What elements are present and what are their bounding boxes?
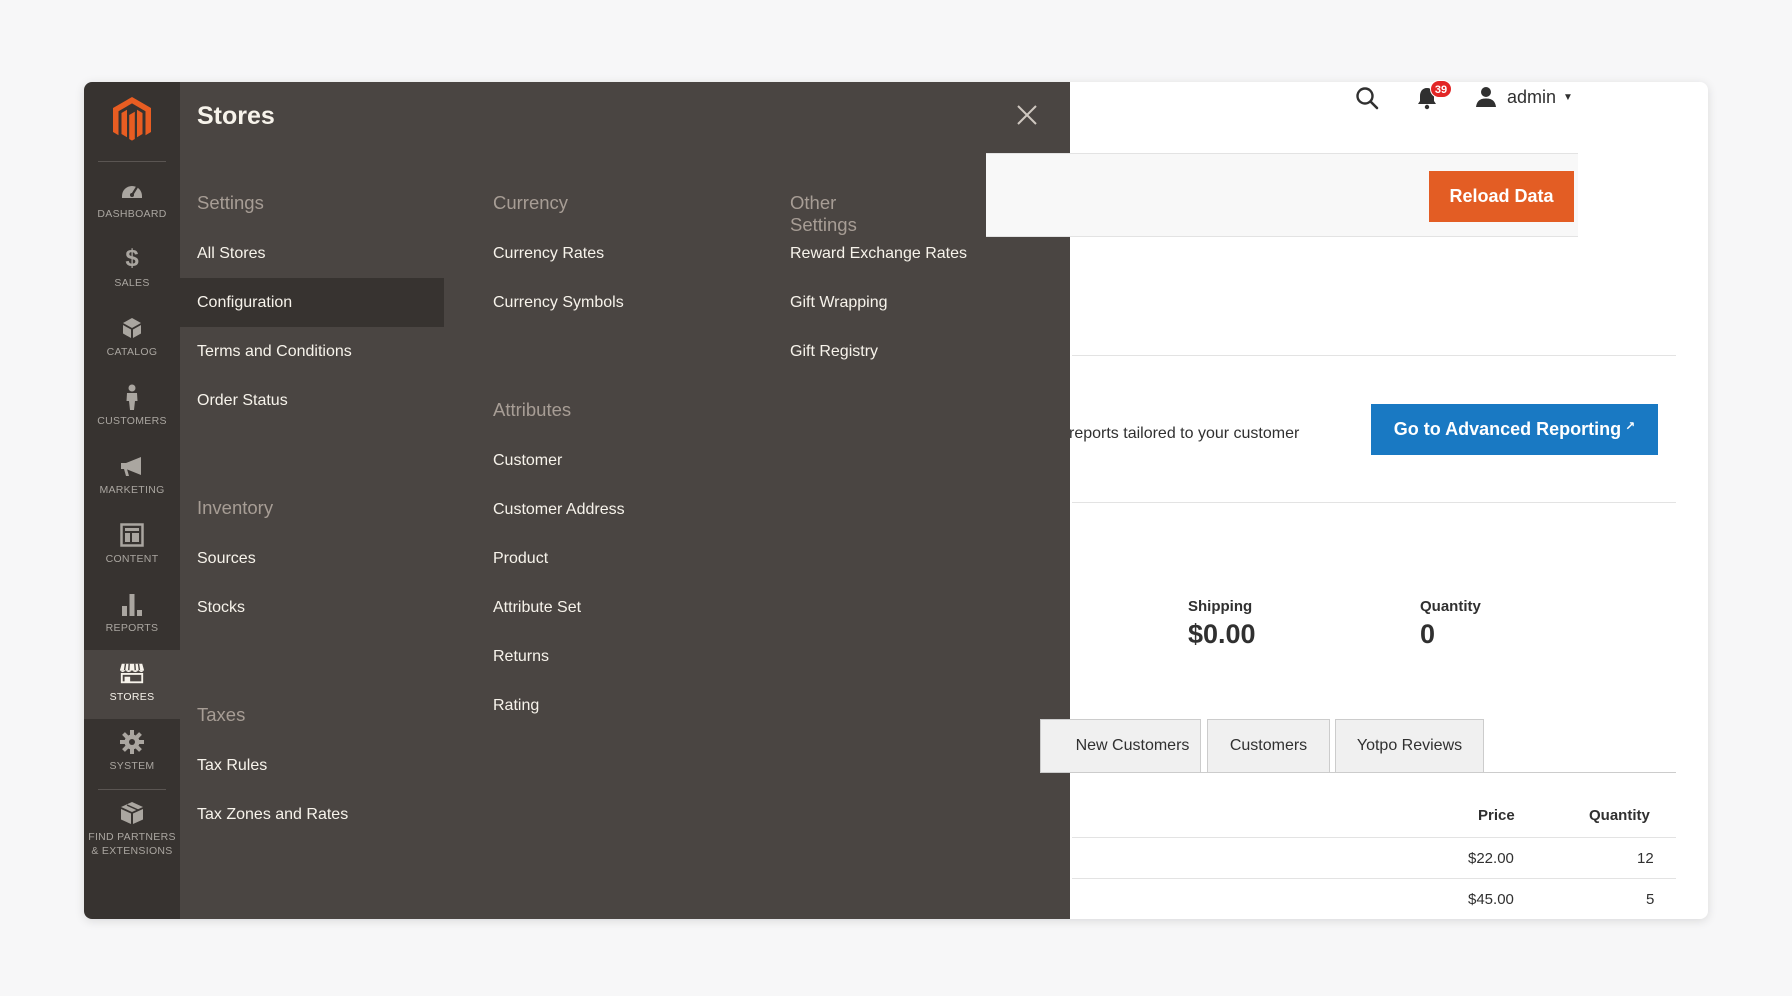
divider [1072, 502, 1676, 503]
nav-item-customers[interactable]: CUSTOMERS [84, 374, 180, 443]
layout-icon [119, 522, 145, 548]
menu-item-attribute-set[interactable]: Attribute Set [476, 583, 740, 632]
nav-label: FIND PARTNERS & EXTENSIONS [88, 831, 176, 857]
menu-item-tax-rules[interactable]: Tax Rules [180, 741, 444, 790]
tab-yotpo-reviews[interactable]: Yotpo Reviews [1335, 719, 1484, 773]
menu-item-gift-wrapping[interactable]: Gift Wrapping [773, 278, 1037, 327]
table-row-divider [1072, 837, 1676, 838]
menu-item-gift-registry[interactable]: Gift Registry [773, 327, 1037, 376]
bar-chart-icon [119, 591, 145, 617]
nav-item-catalog[interactable]: CATALOG [84, 305, 180, 374]
menu-item-attr-returns[interactable]: Returns [476, 632, 740, 681]
menu-item-order-status[interactable]: Order Status [180, 376, 444, 425]
flyout-title: Stores [197, 102, 275, 130]
boxes-icon [119, 800, 145, 826]
person-icon [119, 384, 145, 410]
cell-price: $22.00 [1468, 850, 1514, 867]
menu-item-tax-zones-and-rates[interactable]: Tax Zones and Rates [180, 790, 444, 839]
nav-item-system[interactable]: SYSTEM [84, 719, 180, 788]
tab-new-customers[interactable]: New Customers [1040, 719, 1201, 773]
nav-label: REPORTS [105, 622, 159, 634]
stat-value: $0.00 [1188, 619, 1256, 649]
nav-label: SALES [114, 277, 150, 289]
menu-item-terms-and-conditions[interactable]: Terms and Conditions [180, 327, 444, 376]
storefront-icon [119, 660, 145, 686]
admin-user-menu[interactable]: admin ▼ [1475, 86, 1573, 108]
group-title-currency: Currency [493, 192, 569, 213]
close-icon[interactable] [1014, 102, 1040, 128]
advanced-reporting-label: Go to Advanced Reporting [1393, 419, 1622, 439]
dashboard-icon [119, 177, 145, 203]
stat-label: Quantity [1420, 598, 1481, 615]
nav-label: STORES [109, 691, 155, 703]
cell-quantity: 5 [1646, 891, 1655, 908]
nav-item-find-partners[interactable]: FIND PARTNERS & EXTENSIONS [84, 790, 180, 870]
menu-item-attr-customer[interactable]: Customer [476, 436, 740, 485]
group-title-inventory: Inventory [197, 497, 274, 518]
nav-item-content[interactable]: CONTENT [84, 512, 180, 581]
menu-item-currency-symbols[interactable]: Currency Symbols [476, 278, 740, 327]
column-header-price: Price [1478, 807, 1515, 824]
admin-username: admin [1507, 86, 1557, 107]
nav-label: SYSTEM [109, 760, 155, 772]
nav-item-sales[interactable]: $ SALES [84, 236, 180, 305]
nav-label: DASHBOARD [97, 208, 167, 220]
external-link-icon: ↗ [1625, 418, 1636, 433]
menu-item-all-stores[interactable]: All Stores [180, 229, 444, 278]
group-title-taxes: Taxes [197, 704, 246, 725]
menu-item-currency-rates[interactable]: Currency Rates [476, 229, 740, 278]
megaphone-icon [119, 453, 145, 479]
tab-customers[interactable]: Customers [1207, 719, 1330, 773]
cube-icon [119, 315, 145, 341]
tabs-underline [1072, 772, 1676, 773]
user-icon [1476, 87, 1496, 107]
dollar-icon: $ [125, 245, 139, 272]
stat-value: 0 [1420, 619, 1436, 649]
nav-label: CUSTOMERS [97, 415, 167, 427]
menu-item-attr-product[interactable]: Product [476, 534, 740, 583]
group-title-attributes: Attributes [493, 399, 572, 420]
menu-item-stocks[interactable]: Stocks [180, 583, 444, 632]
menu-item-attr-customer-address[interactable]: Customer Address [476, 485, 740, 534]
search-icon[interactable] [1355, 86, 1379, 110]
advanced-reporting-text: reports tailored to your customer [1069, 425, 1300, 442]
nav-item-stores[interactable]: STORES [84, 650, 180, 719]
menu-item-attr-rating[interactable]: Rating [476, 681, 740, 730]
nav-item-marketing[interactable]: MARKETING [84, 443, 180, 512]
logo-divider [98, 161, 166, 162]
menu-item-configuration[interactable]: Configuration [180, 278, 444, 327]
notification-count-badge: 39 [1430, 80, 1452, 98]
group-title-settings: Settings [197, 192, 264, 213]
advanced-reporting-button[interactable]: Go to Advanced Reporting ↗ [1371, 404, 1658, 455]
nav-item-dashboard[interactable]: DASHBOARD [84, 167, 180, 236]
cell-price: $45.00 [1468, 891, 1514, 908]
nav-label: CONTENT [105, 553, 159, 565]
nav-label: CATALOG [106, 346, 158, 358]
stores-flyout-menu: Stores Settings All Stores Configuration… [180, 82, 1070, 919]
chevron-down-icon: ▼ [1563, 91, 1573, 103]
admin-left-nav: DASHBOARD $ SALES CATALOG CUSTOMERS MARK… [84, 82, 180, 919]
column-header-quantity: Quantity [1589, 807, 1650, 824]
cell-quantity: 12 [1637, 850, 1654, 867]
divider [1072, 355, 1676, 356]
reload-data-button[interactable]: Reload Data [1429, 171, 1574, 222]
table-row-divider [1072, 878, 1676, 879]
stat-shipping: Shipping $0.00 [1188, 598, 1256, 650]
gear-icon [119, 729, 145, 755]
magento-logo-icon[interactable] [110, 95, 154, 145]
stat-label: Shipping [1188, 598, 1253, 615]
stat-quantity: Quantity 0 [1420, 598, 1481, 650]
nav-label: MARKETING [99, 484, 165, 496]
nav-item-reports[interactable]: REPORTS [84, 581, 180, 650]
menu-item-sources[interactable]: Sources [180, 534, 444, 583]
